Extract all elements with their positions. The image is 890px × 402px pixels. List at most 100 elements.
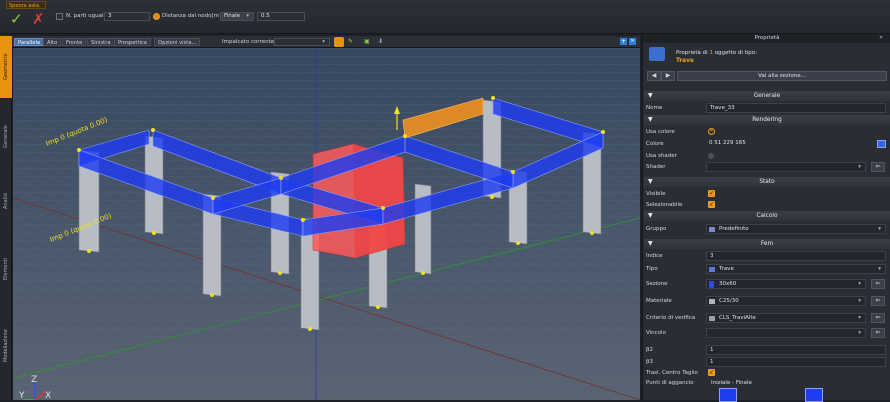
forward-icon[interactable]: ▶	[661, 71, 675, 81]
goto-section-button[interactable]: Vai alla sezione...	[677, 71, 887, 81]
view-parallela[interactable]: Parallela	[14, 38, 45, 46]
shader-select[interactable]	[706, 162, 866, 172]
axis-y-label: Y	[18, 391, 25, 400]
b2-label: β2	[646, 347, 654, 353]
tab-elementi[interactable]: Elementi	[0, 244, 12, 294]
brush-icon[interactable]: ✎	[348, 38, 353, 45]
properties-panel: Proprietà ✕ Proprietà di 1 oggetto di ti…	[642, 34, 890, 402]
material-select[interactable]: C25/30	[706, 296, 866, 306]
row-anchor: Punti di aggancio Iniziale - Finale	[643, 377, 890, 389]
current-floor-select[interactable]	[274, 38, 330, 46]
criteria-pick-icon[interactable]: ⇐	[871, 313, 885, 323]
constraint-select[interactable]	[706, 328, 866, 338]
section-calcolo[interactable]: ▼ Calcolo	[644, 211, 890, 221]
close-view-icon[interactable]: ✕	[629, 38, 636, 45]
tab-modellazione[interactable]: Modellazione	[0, 312, 12, 380]
index-label: Indice	[646, 253, 663, 259]
row-use-color: Usa colore ×	[643, 126, 890, 138]
type-select[interactable]: Trave	[706, 264, 886, 274]
confirm-icon[interactable]: ✓	[10, 12, 23, 27]
lock-icon[interactable]: ▣	[364, 38, 370, 45]
beam-type-icon	[649, 47, 665, 61]
command-toolbar: Spezza asta ✓ ✗ N. parti uguali 3 Distan…	[0, 0, 890, 34]
section-label: Sezione	[646, 281, 668, 287]
equal-parts-label: N. parti uguali	[66, 13, 106, 19]
b2-input[interactable]: 1	[706, 345, 886, 355]
axis-x-label: X	[45, 391, 51, 400]
section-icon	[709, 281, 714, 288]
section-rendering[interactable]: ▼ Rendering	[644, 115, 890, 125]
row-color: Colore 0 51 229 165	[643, 138, 890, 150]
row-section: Sezione 30x60 ⇐	[643, 278, 890, 290]
object-summary: Proprietà di 1 oggetto di tipo:	[676, 50, 758, 56]
view-alto[interactable]: Alto	[43, 38, 62, 46]
visible-checkbox[interactable]: ✓	[708, 190, 715, 197]
type-icon	[709, 267, 715, 272]
section-generale[interactable]: ▼ Generale	[644, 91, 890, 101]
panel-close-icon[interactable]: ✕	[879, 35, 883, 41]
row-criteria: Criterio di verifica CLS_TraviAlte ⇐	[643, 312, 890, 324]
row-index: Indice 3	[643, 250, 890, 262]
equal-parts-input[interactable]: 3	[104, 12, 150, 21]
use-color-label: Usa colore	[646, 129, 675, 135]
view-fronte[interactable]: Fronte	[62, 38, 87, 46]
equal-parts-radio[interactable]	[56, 13, 63, 20]
distance-input[interactable]: 0.5	[257, 12, 305, 21]
shader-label: Shader	[646, 164, 666, 170]
shader-pick-icon[interactable]: ⇐	[871, 162, 885, 172]
section-fem[interactable]: ▼ Fem	[644, 239, 890, 249]
material-pick-icon[interactable]: ⇐	[871, 296, 885, 306]
constraint-pick-icon[interactable]: ⇐	[871, 328, 885, 338]
cancel-icon[interactable]: ✗	[32, 12, 45, 27]
view-prospettica[interactable]: Prospettica	[114, 38, 151, 46]
row-constraint: Vincolo ⇐	[643, 327, 890, 339]
group-icon	[709, 227, 715, 232]
section-select[interactable]: 30x60	[706, 279, 866, 289]
type-label: Tipo	[646, 266, 658, 272]
tab-analisi[interactable]: Analisi	[0, 176, 12, 226]
selectable-label: Selezionabile	[646, 202, 683, 208]
b3-input[interactable]: 1	[706, 357, 886, 367]
axis-z-label: Z	[31, 375, 37, 385]
row-selectable: Selezionabile ✓	[643, 199, 890, 211]
pin-icon[interactable]: ⬇	[378, 38, 383, 45]
material-icon	[709, 299, 715, 304]
distance-radio[interactable]	[153, 13, 160, 20]
color-value[interactable]: 0 51 229 165	[706, 139, 886, 149]
view-options-button[interactable]: Opzioni vista...	[154, 38, 201, 46]
add-view-icon[interactable]: +	[620, 38, 627, 45]
row-shader: Shader ⇐	[643, 161, 890, 173]
back-icon[interactable]: ◀	[647, 71, 661, 81]
row-name: Nome Trave_33	[643, 102, 890, 114]
criteria-icon	[709, 316, 715, 321]
group-select[interactable]: Predefinito	[706, 224, 886, 234]
selectable-checkbox[interactable]: ✓	[708, 201, 715, 208]
3d-viewport[interactable]: Imp 0 (quota 0.00) Imp 0 (quota 0.00) Z …	[13, 48, 640, 400]
distance-label: Distanza dal nodo[m]	[162, 13, 222, 19]
row-material: Materiale C25/30 ⇐	[643, 295, 890, 307]
section-pick-icon[interactable]: ⇐	[871, 279, 885, 289]
tab-geometrie[interactable]: Geometrie	[0, 36, 12, 98]
name-label: Nome	[646, 105, 663, 111]
floor-color-icon[interactable]	[334, 37, 344, 47]
row-type: Tipo Trave	[643, 263, 890, 275]
object-type: Trave	[676, 58, 694, 64]
section-stato[interactable]: ▼ Stato	[644, 177, 890, 187]
index-input[interactable]: 3	[706, 251, 886, 261]
tool-tab-spezza-asta[interactable]: Spezza asta	[6, 1, 46, 9]
color-label: Colore	[646, 141, 664, 147]
tab-generale[interactable]: Generale	[0, 112, 12, 162]
name-input[interactable]: Trave_33	[706, 103, 886, 113]
end-select[interactable]: Finale	[220, 12, 254, 21]
current-floor-label: Impalcato corrente:	[222, 39, 276, 45]
color-swatch[interactable]	[877, 140, 886, 148]
criteria-select[interactable]: CLS_TraviAlte	[706, 313, 866, 323]
constraint-label: Vincolo	[646, 330, 666, 336]
view-sinistra[interactable]: Sinistra	[87, 38, 115, 46]
group-label: Gruppo	[646, 226, 667, 232]
criteria-label: Criterio di verifica	[646, 315, 696, 321]
use-color-toggle[interactable]: ×	[708, 128, 715, 135]
use-shader-toggle[interactable]	[708, 153, 714, 159]
shear-center-checkbox[interactable]: ✓	[708, 369, 715, 376]
material-label: Materiale	[646, 298, 672, 304]
